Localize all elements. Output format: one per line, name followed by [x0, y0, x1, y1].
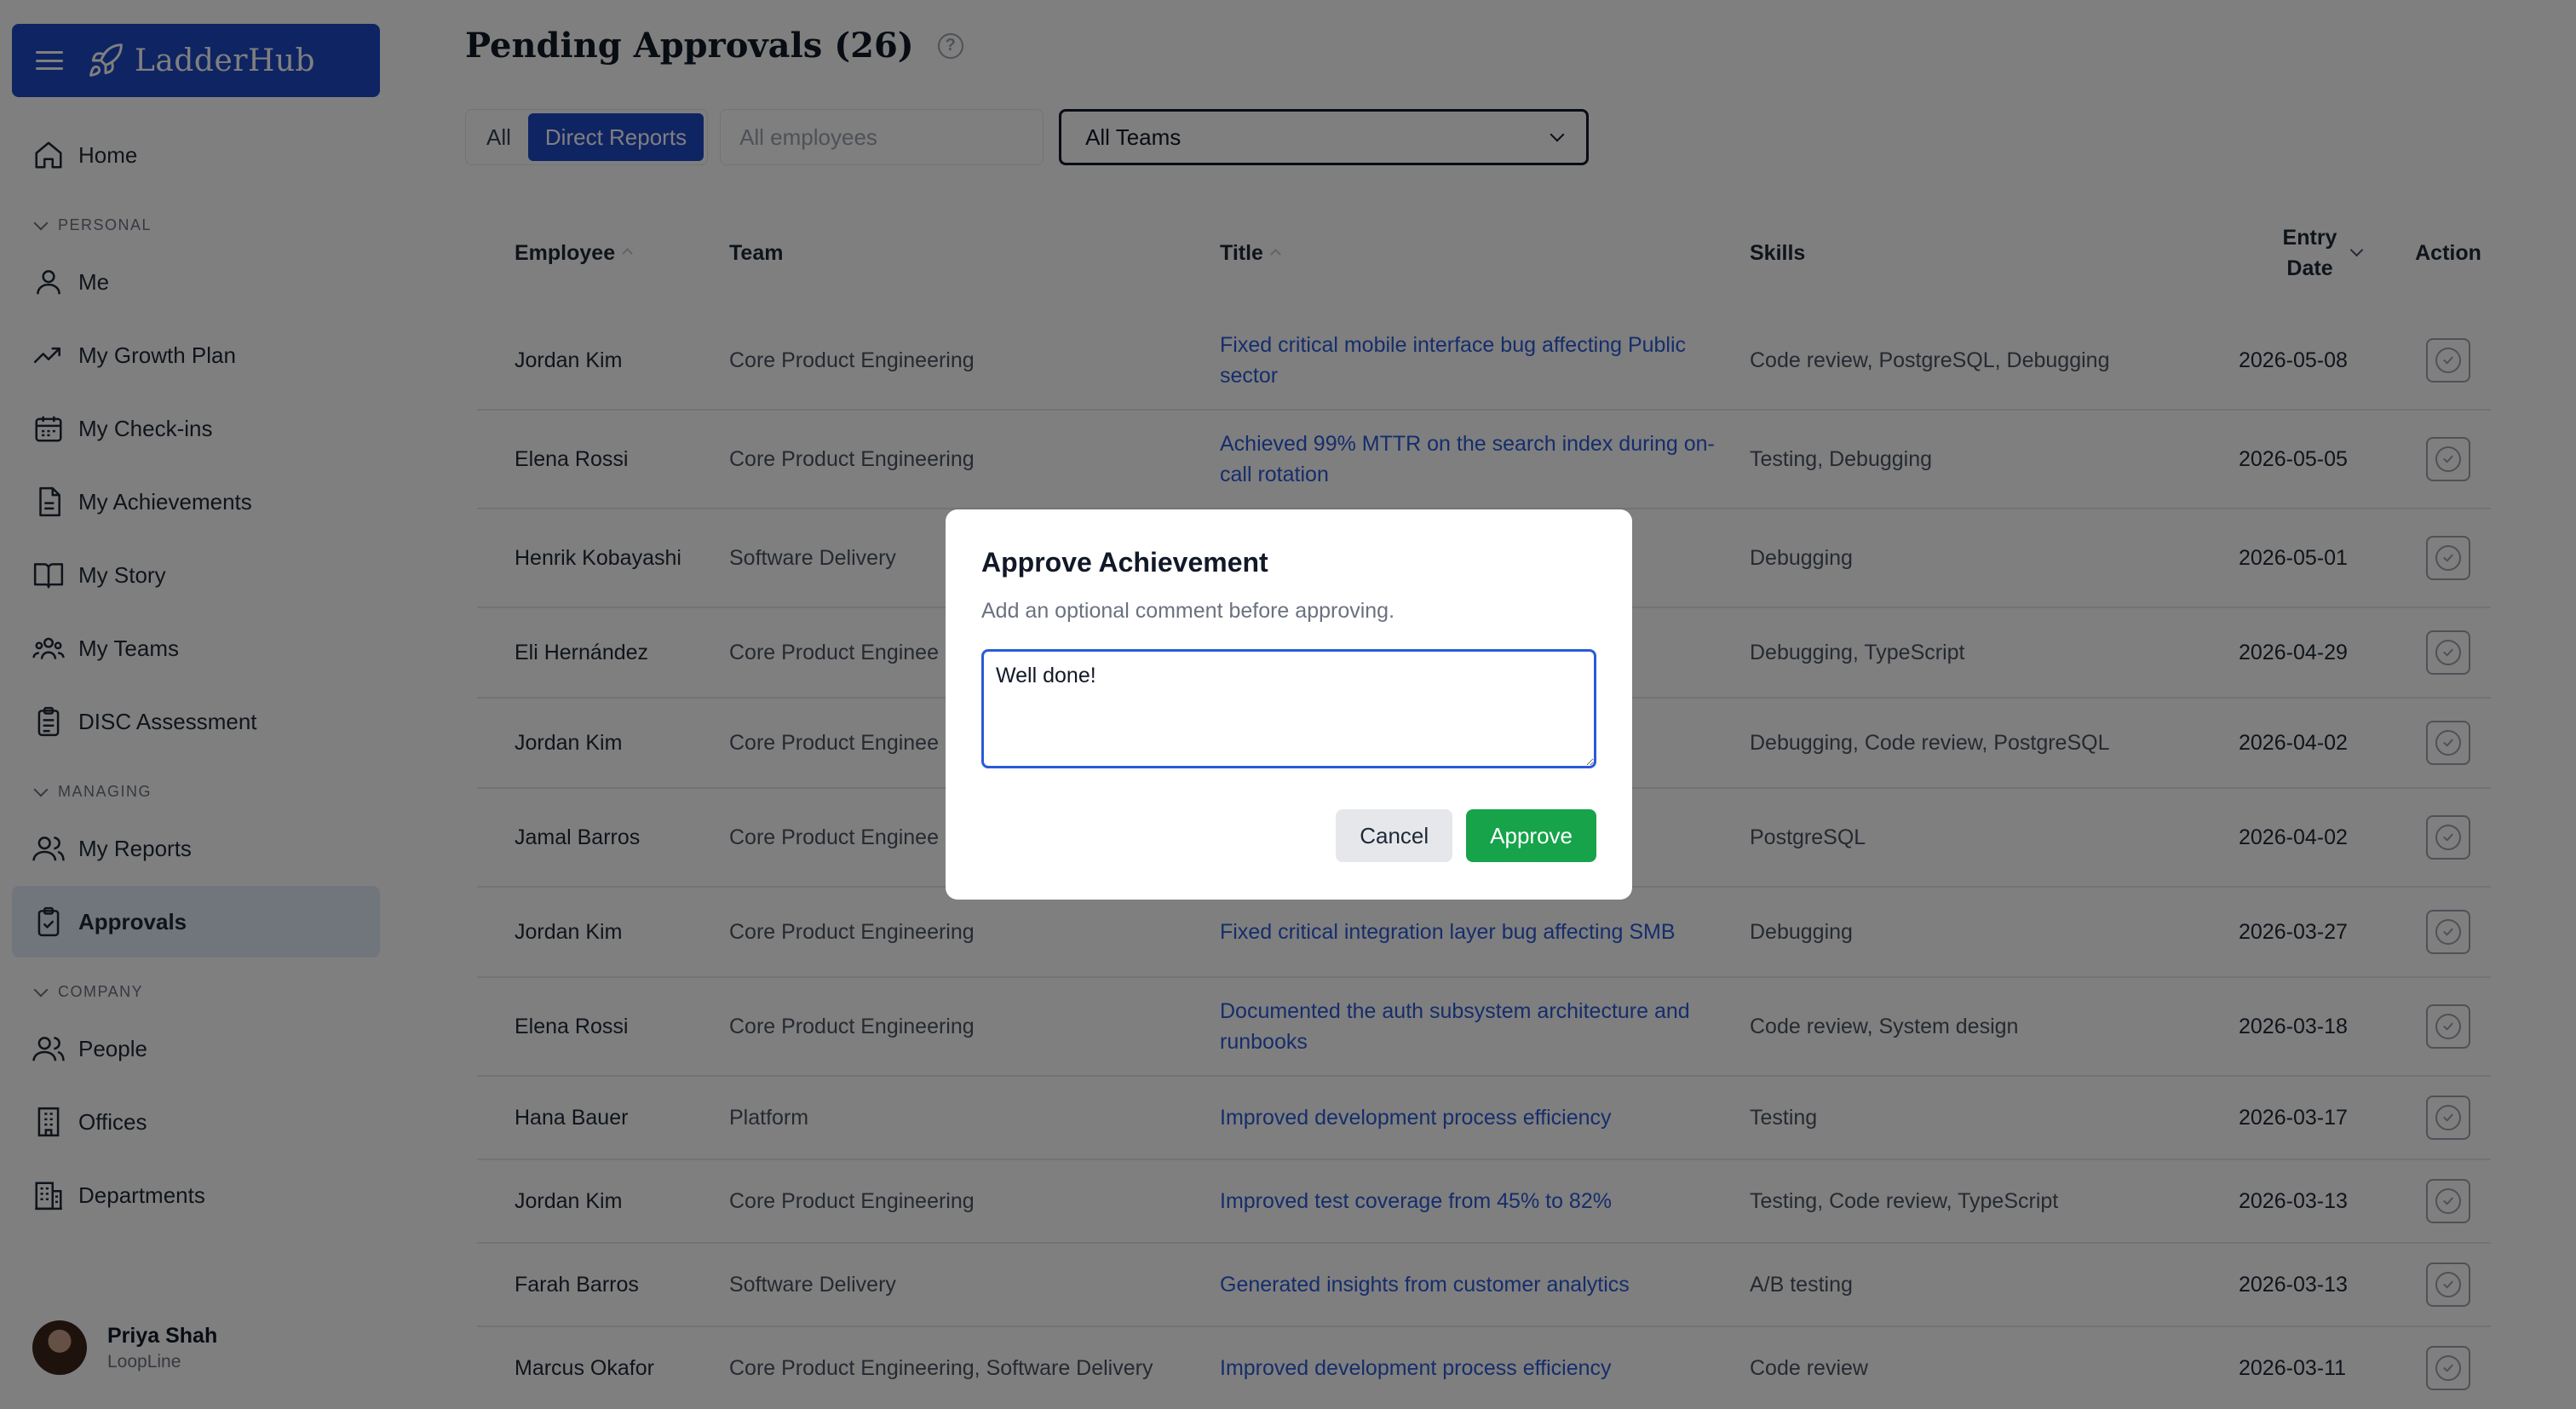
approve-dialog: Approve Achievement Add an optional comm… — [946, 509, 1632, 900]
dialog-description: Add an optional comment before approving… — [981, 599, 1395, 623]
approve-button[interactable]: Approve — [1466, 809, 1596, 862]
comment-textarea[interactable] — [981, 649, 1596, 768]
cancel-button[interactable]: Cancel — [1336, 809, 1453, 862]
dialog-actions: Cancel Approve — [1336, 809, 1596, 862]
dialog-title: Approve Achievement — [981, 547, 1268, 578]
